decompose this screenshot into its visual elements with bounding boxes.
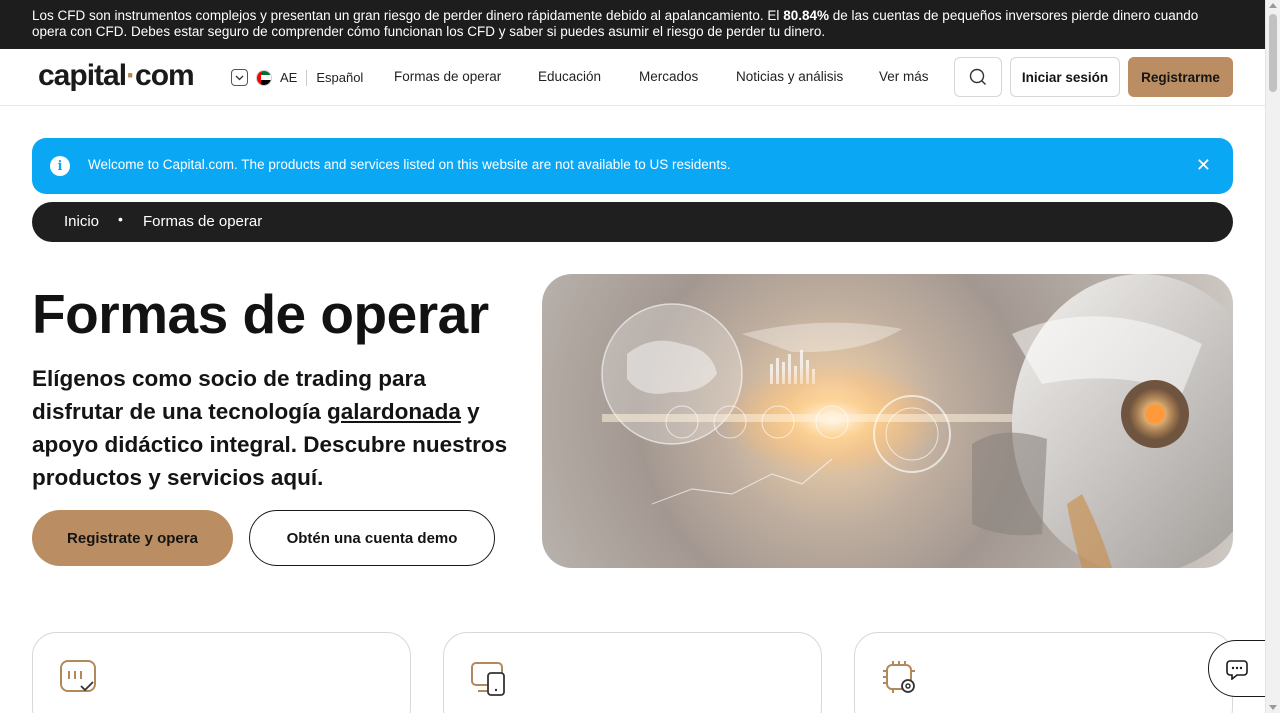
page-scrollbar[interactable] bbox=[1265, 0, 1280, 713]
region-language-selector[interactable]: AE Español bbox=[231, 69, 363, 86]
search-button[interactable] bbox=[954, 57, 1002, 97]
risk-text-before: Los CFD son instrumentos complejos y pre… bbox=[32, 8, 784, 23]
login-button[interactable]: Iniciar sesión bbox=[1010, 57, 1120, 97]
nav-item-ver-mas[interactable]: Ver más bbox=[879, 69, 929, 84]
search-icon bbox=[969, 68, 986, 85]
hero-subtitle: Elígenos como socio de trading para disf… bbox=[32, 362, 522, 494]
register-trade-button[interactable]: Registrate y opera bbox=[32, 510, 233, 566]
divider bbox=[306, 69, 308, 86]
risk-warning-banner: Los CFD son instrumentos complejos y pre… bbox=[0, 0, 1265, 49]
close-icon[interactable]: ✕ bbox=[1196, 155, 1211, 176]
logo-text-right: com bbox=[135, 59, 195, 92]
live-chat-button[interactable] bbox=[1208, 640, 1268, 697]
scroll-up-icon[interactable] bbox=[1269, 3, 1277, 8]
nav-item-formas-de-operar[interactable]: Formas de operar bbox=[394, 69, 501, 84]
breadcrumb: Inicio • Formas de operar bbox=[32, 202, 1233, 242]
chip-gear-icon bbox=[883, 661, 915, 693]
feature-card[interactable] bbox=[32, 632, 411, 713]
nav-item-mercados[interactable]: Mercados bbox=[639, 69, 698, 84]
language-label[interactable]: Español bbox=[316, 70, 363, 85]
scrollbar-thumb[interactable] bbox=[1269, 14, 1277, 92]
info-icon: i bbox=[50, 156, 70, 176]
hero-ai-robot-image bbox=[542, 274, 1233, 568]
risk-percent: 80.84% bbox=[783, 8, 829, 23]
devices-icon bbox=[471, 662, 505, 696]
scroll-down-icon[interactable] bbox=[1269, 705, 1277, 710]
breadcrumb-separator: • bbox=[118, 211, 123, 227]
page-title: Formas de operar bbox=[32, 283, 489, 345]
chevron-down-icon[interactable] bbox=[231, 69, 248, 86]
us-residents-notice: i Welcome to Capital.com. The products a… bbox=[32, 138, 1233, 194]
breadcrumb-current: Formas de operar bbox=[143, 213, 263, 230]
uae-flag-icon bbox=[256, 69, 272, 86]
demo-account-button[interactable]: Obtén una cuenta demo bbox=[249, 510, 495, 566]
nav-item-noticias[interactable]: Noticias y análisis bbox=[736, 69, 843, 84]
chat-bubble-icon bbox=[1225, 659, 1248, 680]
chat-check-icon bbox=[60, 660, 96, 692]
feature-card[interactable] bbox=[854, 632, 1233, 713]
notice-message: Welcome to Capital.com. The products and… bbox=[88, 157, 731, 172]
logo-dot: · bbox=[126, 59, 136, 92]
award-link[interactable]: galardonada bbox=[327, 399, 461, 424]
logo-text-left: capital bbox=[38, 59, 127, 92]
feature-card[interactable] bbox=[443, 632, 822, 713]
signup-button[interactable]: Registrarme bbox=[1128, 57, 1233, 97]
region-code: AE bbox=[280, 70, 298, 85]
capital-logo[interactable]: capital·com bbox=[38, 59, 195, 93]
nav-item-educacion[interactable]: Educación bbox=[538, 69, 601, 84]
site-header: capital·com AE Español Formas de operar … bbox=[0, 49, 1265, 106]
breadcrumb-home[interactable]: Inicio bbox=[64, 213, 99, 230]
